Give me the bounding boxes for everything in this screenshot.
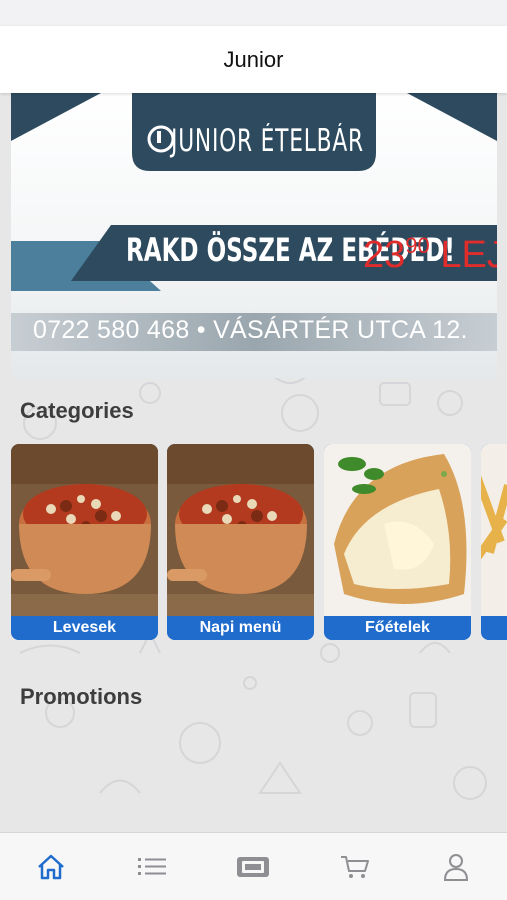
french-fries-image	[481, 444, 507, 616]
banner-contact: 0722 580 468 • VÁSÁRTÉR UTCA 12.	[33, 316, 468, 344]
home-icon	[37, 854, 64, 879]
promo-banner[interactable]: JUNIOR ÉTELBÁR RAKD ÖSSZE AZ EBÉDED! 239…	[11, 93, 497, 378]
category-card-napi-menu[interactable]: Napi menü	[167, 444, 314, 640]
cordon-bleu-image	[324, 444, 471, 616]
banner-price: 2390 LEJ	[363, 233, 497, 276]
tab-profile[interactable]	[426, 837, 486, 897]
categories-carousel[interactable]: Levesek Napi menü Főételek	[11, 444, 507, 640]
status-bar	[0, 0, 507, 26]
page-title: Junior	[223, 46, 284, 72]
tab-cart[interactable]	[325, 837, 385, 897]
navigation-bar: Junior	[0, 26, 507, 93]
list-icon	[138, 857, 167, 875]
promotions-heading: Promotions	[20, 684, 143, 709]
banner-brand: JUNIOR ÉTELBÁR	[171, 123, 364, 159]
category-label: Levesek	[11, 616, 158, 640]
bean-stew-image	[167, 444, 314, 616]
category-label: Főételek	[324, 616, 471, 640]
category-label: Napi menü	[167, 616, 314, 640]
category-card-partial[interactable]	[481, 444, 507, 640]
cart-icon	[340, 855, 369, 878]
categories-heading: Categories	[20, 398, 134, 423]
profile-icon	[444, 853, 469, 881]
tab-home[interactable]	[21, 837, 81, 897]
category-label	[481, 616, 507, 640]
ticket-icon	[237, 856, 270, 877]
tab-orders[interactable]	[223, 837, 283, 897]
category-card-levesek[interactable]: Levesek	[11, 444, 158, 640]
category-card-foetelek[interactable]: Főételek	[324, 444, 471, 640]
tab-categories[interactable]	[122, 837, 182, 897]
bean-stew-image	[11, 444, 158, 616]
bottom-tab-bar	[0, 832, 507, 900]
